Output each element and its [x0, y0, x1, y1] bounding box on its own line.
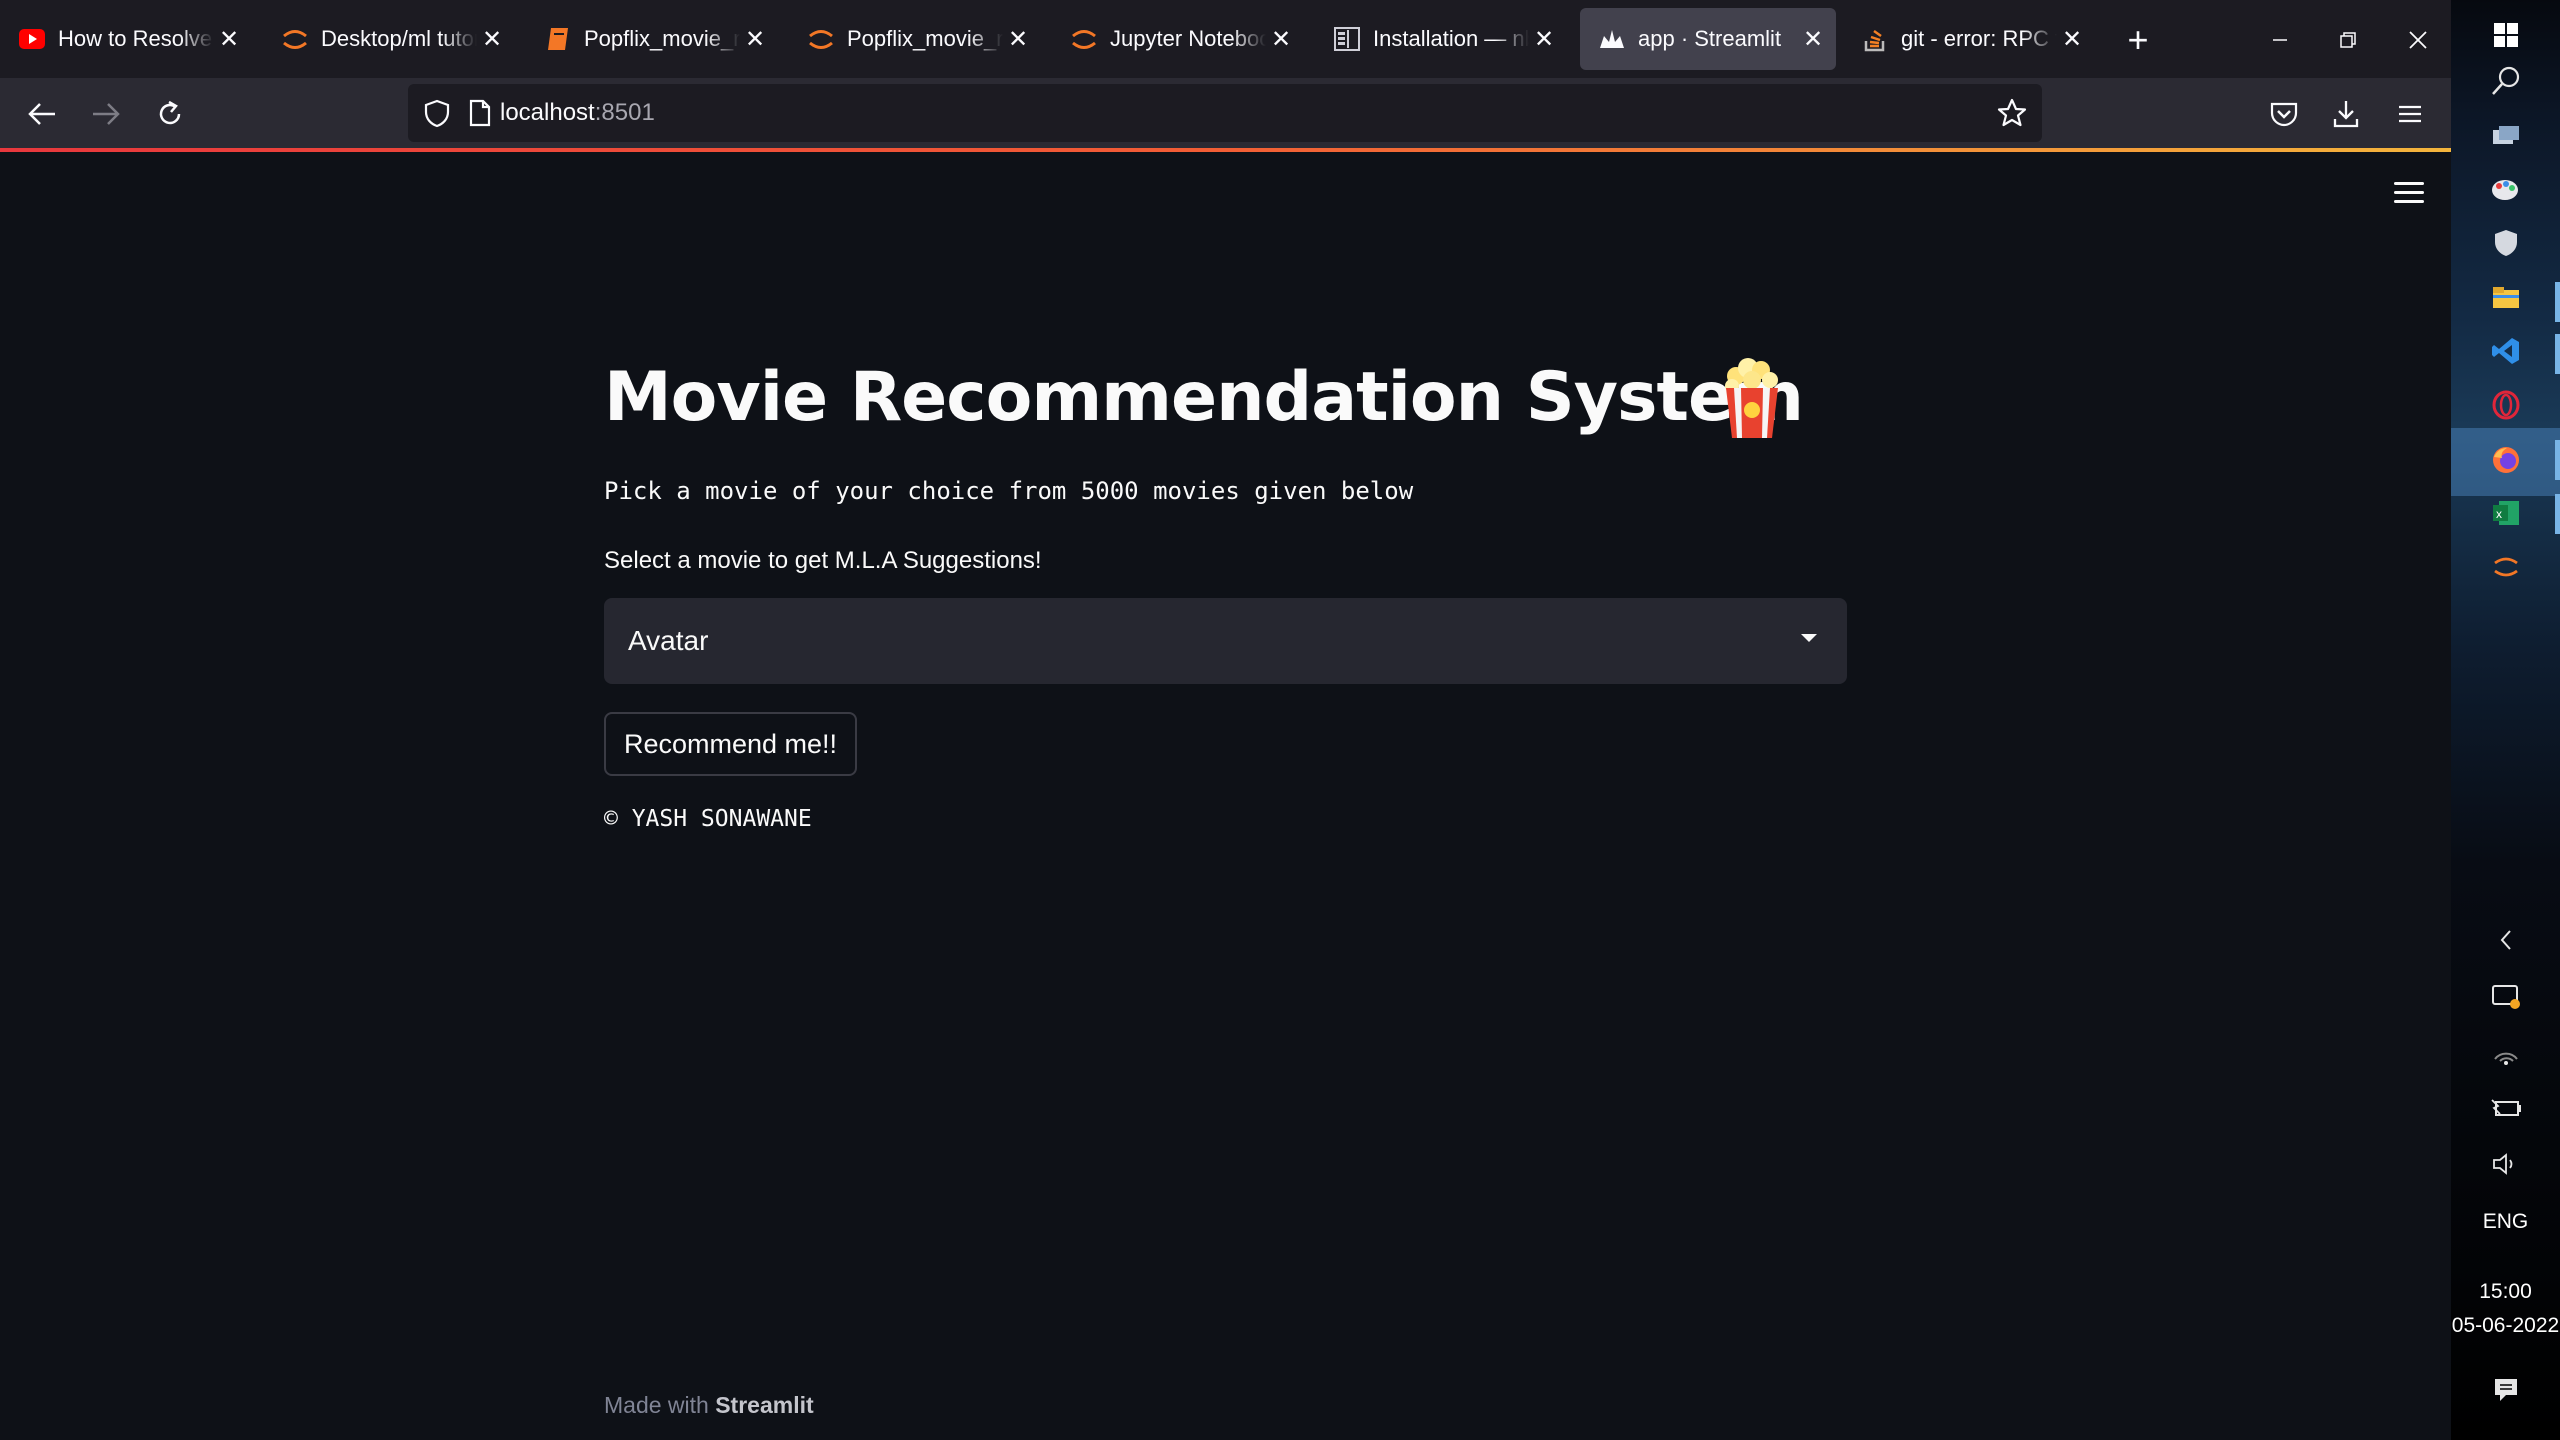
tab-label: Popflix_movie_recommender: [584, 26, 740, 51]
firefox-icon[interactable]: [2451, 435, 2560, 485]
close-tab-icon[interactable]: ✕: [1003, 24, 1033, 54]
tab-jupyter-notebook[interactable]: Jupyter Notebook ✕: [1052, 8, 1304, 70]
windows-taskbar: x ENG 15:00 05-06-2022: [2451, 0, 2560, 1440]
popcorn-icon: [1722, 358, 1782, 440]
svg-text:x: x: [2496, 507, 2502, 521]
volume-icon[interactable]: [2451, 1142, 2560, 1186]
app-menu-icon[interactable]: [2388, 94, 2432, 134]
streamlit-icon: [1598, 25, 1626, 53]
tab-label: Installation — nbextensions: [1373, 26, 1529, 51]
url-host: localhost: [500, 99, 595, 126]
close-tab-icon[interactable]: ✕: [740, 24, 770, 54]
task-view-icon[interactable]: [2451, 112, 2560, 162]
notebook-icon: [544, 25, 572, 53]
pocket-icon[interactable]: [2262, 94, 2306, 134]
search-icon[interactable]: [2451, 56, 2560, 106]
docs-icon: [1333, 25, 1361, 53]
reload-icon[interactable]: [148, 94, 192, 134]
footer: Made with Streamlit: [604, 1392, 814, 1419]
tab-label: How to Resolve "ImportError": [58, 26, 214, 51]
minimize-icon[interactable]: [2260, 20, 2300, 60]
movie-select-value: Avatar: [628, 625, 709, 656]
tab-label: Desktop/ml tutorial: [321, 26, 477, 51]
battery-icon[interactable]: [2451, 1086, 2560, 1130]
clock-time[interactable]: 15:00: [2451, 1280, 2560, 1304]
downloads-icon[interactable]: [2324, 94, 2368, 134]
tab-label: app · Streamlit: [1638, 26, 1782, 51]
tab-popflix-notebook[interactable]: Popflix_movie_recommender ✕: [526, 8, 778, 70]
close-tab-icon[interactable]: ✕: [214, 24, 244, 54]
close-tab-icon[interactable]: ✕: [477, 24, 507, 54]
opera-icon[interactable]: [2451, 380, 2560, 430]
jupyter-icon[interactable]: [2451, 542, 2560, 592]
input-language[interactable]: ENG: [2451, 1210, 2560, 1234]
show-hidden-icons-chevron-icon[interactable]: [2451, 918, 2560, 962]
browser-window: How to Resolve "ImportError" ✕ Desktop/m…: [0, 0, 2451, 152]
vscode-icon[interactable]: [2451, 326, 2560, 376]
forward-icon[interactable]: [84, 94, 128, 134]
address-bar[interactable]: localhost:8501: [408, 84, 2042, 142]
stackoverflow-icon: [1861, 25, 1889, 53]
paint-icon[interactable]: [2451, 165, 2560, 215]
streamlit-menu-icon[interactable]: [2394, 182, 2424, 208]
close-window-icon[interactable]: [2398, 20, 2438, 60]
movie-select-label: Select a movie to get M.L.A Suggestions!: [604, 547, 1042, 574]
tab-desktop-ml-tutorial[interactable]: Desktop/ml tutorial ✕: [263, 8, 515, 70]
page-subtitle: Pick a movie of your choice from 5000 mo…: [604, 477, 1414, 505]
tab-git-error[interactable]: git - error: RPC failed ✕: [1843, 8, 2095, 70]
url-text: localhost:8501: [500, 99, 655, 127]
movie-select[interactable]: Avatar: [604, 598, 1847, 684]
youtube-icon: [18, 25, 46, 53]
page-title: Movie Recommendation System: [604, 358, 1804, 437]
tab-label: git - error: RPC failed: [1901, 26, 2057, 51]
tab-label: Popflix_movie_recommender: [847, 26, 1003, 51]
shield-icon[interactable]: [422, 98, 452, 128]
file-explorer-icon[interactable]: [2451, 272, 2560, 322]
meet-now-icon[interactable]: [2451, 974, 2560, 1018]
url-port: :8501: [594, 99, 655, 126]
tab-how-to-resolve[interactable]: How to Resolve "ImportError" ✕: [0, 8, 252, 70]
copyright-text: © YASH SONAWANE: [604, 806, 812, 832]
streamlit-app: Movie Recommendation System Pick a movie…: [0, 152, 2451, 1440]
chevron-down-icon[interactable]: [1801, 634, 1817, 642]
bookmark-star-icon[interactable]: [1996, 97, 2028, 129]
close-tab-icon[interactable]: ✕: [2057, 24, 2087, 54]
close-tab-icon[interactable]: ✕: [1798, 24, 1828, 54]
running-indicator: [2555, 282, 2560, 322]
running-indicator: [2555, 494, 2560, 534]
running-indicator: [2555, 440, 2560, 480]
back-icon[interactable]: [20, 94, 64, 134]
jupyter-icon: [1070, 25, 1098, 53]
jupyter-icon: [281, 25, 309, 53]
tab-label: Jupyter Notebook: [1110, 26, 1266, 51]
excel-icon[interactable]: x: [2451, 488, 2560, 538]
clock-date[interactable]: 05-06-2022: [2451, 1314, 2560, 1338]
tab-strip: How to Resolve "ImportError" ✕ Desktop/m…: [0, 0, 2451, 78]
navigation-toolbar: localhost:8501: [0, 78, 2451, 150]
close-tab-icon[interactable]: ✕: [1529, 24, 1559, 54]
tab-popflix-jupyter[interactable]: Popflix_movie_recommender ✕: [789, 8, 1041, 70]
page-info-icon[interactable]: [468, 99, 492, 127]
tab-app-streamlit[interactable]: app · Streamlit ✕: [1580, 8, 1836, 70]
tab-installation[interactable]: Installation — nbextensions ✕: [1315, 8, 1567, 70]
notification-center-icon[interactable]: [2451, 1368, 2560, 1412]
close-tab-icon[interactable]: ✕: [1266, 24, 1296, 54]
wifi-icon[interactable]: [2451, 1030, 2560, 1074]
streamlit-link[interactable]: Streamlit: [715, 1392, 813, 1418]
jupyter-icon: [807, 25, 835, 53]
footer-prefix: Made with: [604, 1392, 716, 1418]
windows-start-icon[interactable]: [2451, 10, 2560, 60]
security-shield-icon[interactable]: [2451, 218, 2560, 268]
running-indicator: [2555, 334, 2560, 374]
restore-icon[interactable]: [2328, 20, 2368, 60]
new-tab-icon[interactable]: +: [2118, 19, 2158, 60]
recommend-button[interactable]: Recommend me!!: [604, 712, 857, 776]
